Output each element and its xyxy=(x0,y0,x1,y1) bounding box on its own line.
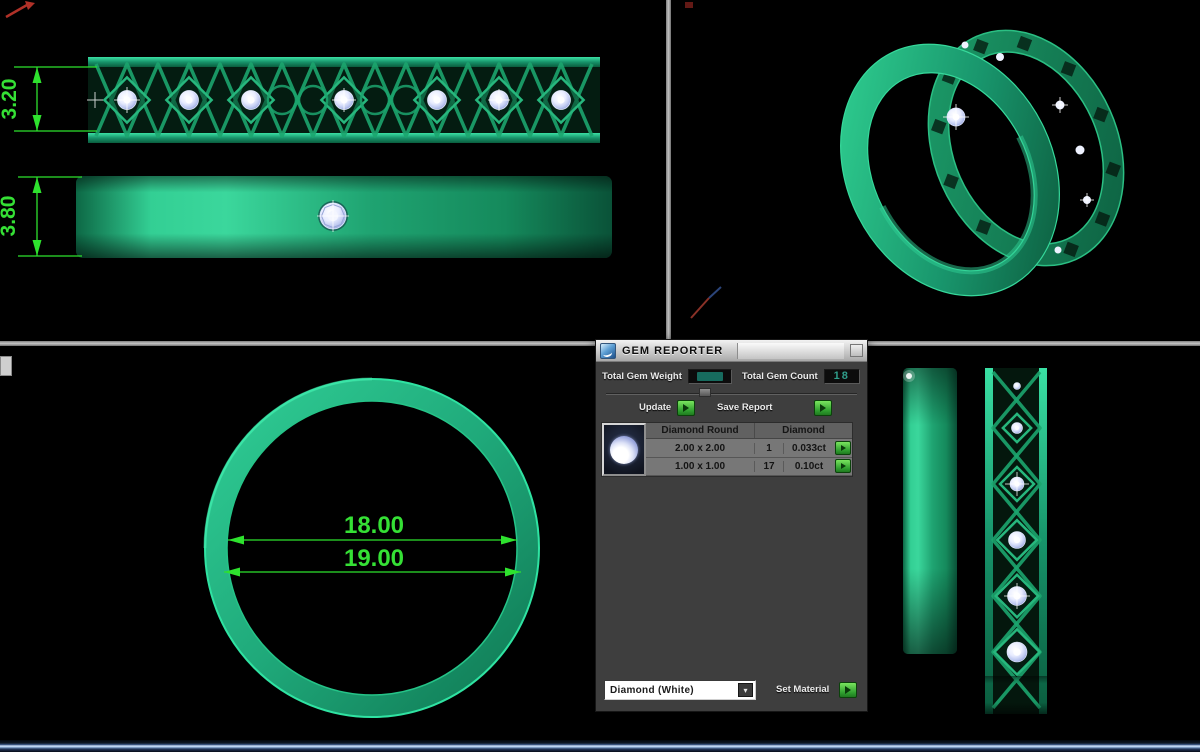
column-header-material: Diamond xyxy=(755,423,852,438)
save-report-label: Save Report xyxy=(717,402,772,413)
gem-reporter-icon xyxy=(600,343,616,359)
row-apply-button[interactable] xyxy=(835,459,851,473)
update-label: Update xyxy=(639,402,671,413)
dim-text: 18.00 xyxy=(344,512,404,539)
total-gem-count-value: 18 xyxy=(824,369,860,384)
dim-text: 3.80 xyxy=(0,196,20,237)
ornate-band-side-view xyxy=(87,57,600,143)
separator-groove xyxy=(606,393,857,395)
chevron-down-icon[interactable]: ▾ xyxy=(738,683,753,697)
dimension-19-00: 19.00 xyxy=(224,545,521,577)
gem-thumbnail-cell[interactable] xyxy=(602,423,646,476)
row-apply-button[interactable] xyxy=(835,441,851,455)
gem-weight-cell: 0.10ct xyxy=(784,461,834,472)
gem-count-cell: 17 xyxy=(755,461,784,472)
titlebar-seam xyxy=(737,343,844,359)
gem-reporter-panel: GEM REPORTER Total Gem Weight Total Gem … xyxy=(595,339,868,712)
gem-size-cell: 1.00 x 1.00 xyxy=(646,461,755,472)
totals-row: Total Gem Weight Total Gem Count 18 xyxy=(602,367,861,385)
dim-text: 19.00 xyxy=(344,545,404,572)
total-gem-weight-value xyxy=(688,369,732,384)
viewport-side-view[interactable]: 3.20 3.80 xyxy=(0,0,666,341)
table-row[interactable]: 1.00 x 1.00 17 0.10ct xyxy=(646,458,852,476)
viewport-tab[interactable] xyxy=(0,356,12,376)
cursor-arrow-icon xyxy=(6,1,35,17)
panel-title: GEM REPORTER xyxy=(622,345,723,357)
viewport-front-view[interactable] xyxy=(876,346,1200,740)
update-button[interactable] xyxy=(677,400,695,416)
actions-row: Update Save Report xyxy=(596,399,867,417)
set-material-button[interactable] xyxy=(839,682,857,698)
gem-thumbnail-icon xyxy=(610,436,638,464)
apply-arrow-icon xyxy=(841,463,846,469)
patterned-band-front-view xyxy=(985,368,1047,714)
dimension-3-20: 3.20 xyxy=(0,67,97,131)
gem-table: Diamond Round Diamond 2.00 x 2.00 1 0.03… xyxy=(601,422,853,477)
material-dropdown[interactable]: Diamond (White) ▾ xyxy=(604,680,756,700)
gem-weight-cell: 0.033ct xyxy=(784,443,834,454)
separator-handle[interactable] xyxy=(699,388,711,397)
save-report-button[interactable] xyxy=(814,400,832,416)
viewport-marker xyxy=(685,2,693,8)
column-header-cut: Diamond Round xyxy=(646,423,755,438)
dimension-18-00: 18.00 xyxy=(228,512,517,545)
set-material-label: Set Material xyxy=(776,684,829,695)
plain-band-side-view xyxy=(76,176,612,258)
dim-text: 3.20 xyxy=(0,79,21,120)
table-row[interactable]: 2.00 x 2.00 1 0.033ct xyxy=(646,439,852,457)
apply-arrow-icon xyxy=(841,445,846,451)
apply-arrow-icon xyxy=(820,404,826,412)
viewport-perspective-view[interactable] xyxy=(671,0,1200,341)
plain-band-front-view xyxy=(903,368,957,654)
dimension-3-80: 3.80 xyxy=(0,177,82,256)
apply-arrow-icon xyxy=(683,404,689,412)
apply-arrow-icon xyxy=(845,686,851,694)
weight-value-blob xyxy=(697,372,723,381)
viewport-splitter-vertical[interactable] xyxy=(666,0,671,341)
material-dropdown-value: Diamond (White) xyxy=(610,685,694,696)
gem-count-cell: 1 xyxy=(755,443,784,454)
gem-size-cell: 2.00 x 2.00 xyxy=(646,443,755,454)
gem-table-header: Diamond Round Diamond xyxy=(646,423,852,439)
panel-options-button[interactable] xyxy=(850,344,863,357)
total-gem-count-label: Total Gem Count xyxy=(742,371,818,382)
material-row: Diamond (White) ▾ Set Material xyxy=(596,680,867,702)
total-gem-weight-label: Total Gem Weight xyxy=(602,371,682,382)
panel-titlebar[interactable]: GEM REPORTER xyxy=(596,340,867,362)
window-bottom-edge xyxy=(0,740,1200,752)
axis-gizmo-icon xyxy=(691,287,721,318)
